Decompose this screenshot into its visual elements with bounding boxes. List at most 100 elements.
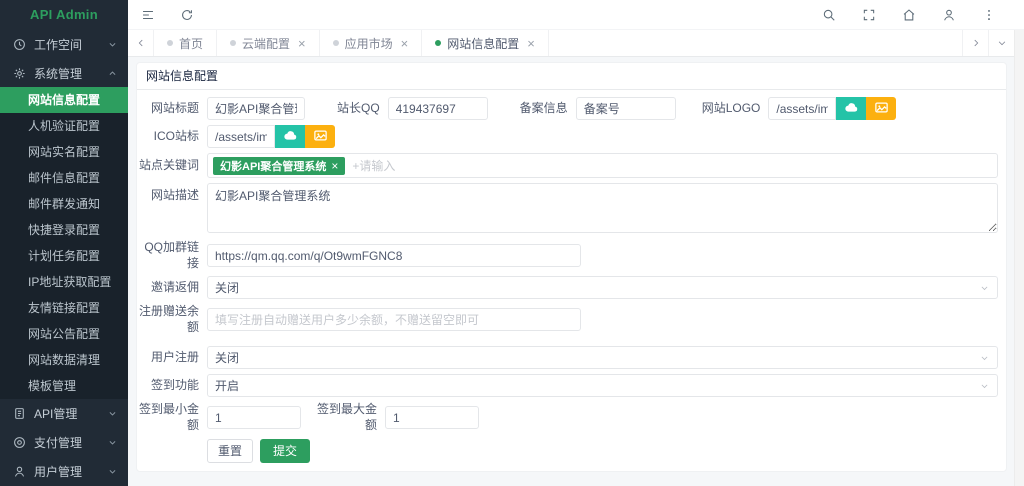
vertical-scrollbar[interactable]	[1014, 30, 1024, 486]
sidebar-submenu-item[interactable]: IP地址获取配置	[0, 269, 128, 295]
form-row: QQ加群链接	[137, 240, 998, 271]
keyword-tag-label: 幻影API聚合管理系统	[220, 158, 326, 174]
user-register-label: 用户注册	[137, 350, 199, 366]
keyword-tag: 幻影API聚合管理系统 ×	[213, 157, 345, 175]
chevron-down-icon	[108, 40, 117, 49]
sidebar-item-label: 用户管理	[34, 463, 82, 480]
api-icon	[13, 407, 26, 420]
site-logo-input[interactable]	[768, 97, 836, 120]
ico-preview-button[interactable]	[305, 125, 335, 148]
sidebar-submenu-label: 网站公告配置	[28, 327, 100, 341]
refresh-icon[interactable]	[180, 8, 194, 22]
workspace-icon	[13, 38, 26, 51]
sidebar-item-payment[interactable]: 支付管理	[0, 428, 128, 457]
keywords-input[interactable]: 幻影API聚合管理系统 × +请输入	[207, 153, 998, 178]
sidebar-submenu-item[interactable]: 计划任务配置	[0, 243, 128, 269]
page-content: 网站信息配置 网站标题 站长QQ 备案信息 网站LOGO	[128, 57, 1024, 486]
sidebar-submenu-label: 友情链接配置	[28, 301, 100, 315]
sidebar-submenu-label: 快捷登录配置	[28, 223, 100, 237]
submit-button[interactable]: 提交	[260, 439, 310, 463]
icp-info-label: 备案信息	[520, 101, 568, 117]
tab-close-icon[interactable]: ×	[527, 37, 535, 50]
register-bonus-input[interactable]	[207, 308, 581, 331]
user-register-select[interactable]: 关闭	[207, 346, 998, 369]
sidebar-submenu: 网站信息配置 人机验证配置 网站实名配置 邮件信息配置 邮件群发通知	[0, 87, 128, 399]
sidebar-submenu-label: 邮件群发通知	[28, 197, 100, 211]
tabs-scroll-left-icon[interactable]	[128, 30, 154, 56]
sidebar: API Admin 工作空间 系统管理 网站信息配置	[0, 0, 128, 486]
sidebar-item-label: 支付管理	[34, 434, 82, 451]
gear-icon	[13, 67, 26, 80]
sidebar-submenu-item[interactable]: 模板管理	[0, 373, 128, 399]
icp-info-input[interactable]	[576, 97, 676, 120]
tabs-scroll-right-icon[interactable]	[962, 30, 988, 56]
cloud-upload-icon	[283, 128, 298, 146]
user-register-value: 关闭	[215, 349, 239, 366]
home-icon[interactable]	[902, 8, 916, 22]
menu-collapse-icon[interactable]	[141, 8, 155, 22]
checkin-label: 签到功能	[137, 378, 199, 394]
sidebar-item-users[interactable]: 用户管理	[0, 457, 128, 486]
logo-upload-button[interactable]	[836, 97, 866, 120]
sidebar-submenu-item[interactable]: 人机验证配置	[0, 113, 128, 139]
app-logo: API Admin	[0, 0, 128, 30]
search-icon[interactable]	[822, 8, 836, 22]
sidebar-submenu-item[interactable]: 友情链接配置	[0, 295, 128, 321]
sidebar-submenu-item[interactable]: 网站信息配置	[0, 87, 128, 113]
checkin-max-label: 签到最大金额	[315, 402, 377, 433]
tab[interactable]: 应用市场 ×	[320, 30, 423, 56]
image-icon	[874, 100, 889, 118]
sidebar-item-system[interactable]: 系统管理	[0, 59, 128, 88]
qq-group-link-input[interactable]	[207, 244, 581, 267]
user-icon[interactable]	[942, 8, 956, 22]
sidebar-submenu-label: 网站实名配置	[28, 145, 100, 159]
form-row: 邀请返佣 关闭	[137, 276, 998, 299]
fullscreen-icon[interactable]	[862, 8, 876, 22]
topbar-right	[796, 8, 996, 22]
ico-upload-button[interactable]	[275, 125, 305, 148]
tab-close-icon[interactable]: ×	[298, 37, 306, 50]
sidebar-submenu-item[interactable]: 网站实名配置	[0, 139, 128, 165]
tab-close-icon[interactable]: ×	[401, 37, 409, 50]
description-label: 网站描述	[137, 188, 199, 204]
checkin-min-input[interactable]	[207, 406, 301, 429]
qq-group-link-label: QQ加群链接	[137, 240, 199, 271]
form-row: 站点关键词 幻影API聚合管理系统 × +请输入	[137, 153, 998, 178]
form-actions: 重置 提交	[207, 439, 998, 463]
image-icon	[313, 128, 328, 146]
cloud-upload-icon	[844, 100, 859, 118]
sidebar-submenu-item[interactable]: 网站公告配置	[0, 321, 128, 347]
form-row: 签到功能 开启	[137, 374, 998, 397]
page-title: 网站信息配置	[137, 63, 1006, 90]
site-title-label: 网站标题	[137, 101, 199, 117]
app-window: API Admin 工作空间 系统管理 网站信息配置	[0, 0, 1024, 486]
invite-rebate-select[interactable]: 关闭	[207, 276, 998, 299]
webmaster-qq-input[interactable]	[388, 97, 488, 120]
site-title-input[interactable]	[207, 97, 305, 120]
sidebar-submenu-item[interactable]: 邮件群发通知	[0, 191, 128, 217]
checkin-max-input[interactable]	[385, 406, 479, 429]
sidebar-submenu-item[interactable]: 邮件信息配置	[0, 165, 128, 191]
tabs-menu-icon[interactable]	[988, 30, 1014, 56]
invite-rebate-value: 关闭	[215, 279, 239, 296]
sidebar-submenu-item[interactable]: 快捷登录配置	[0, 217, 128, 243]
tab-status-dot	[230, 40, 236, 46]
tab-list: 首页 × 云端配置 × 应用市场 ×	[154, 30, 962, 56]
reset-button[interactable]: 重置	[207, 439, 253, 463]
sidebar-item-workspace[interactable]: 工作空间	[0, 30, 128, 59]
ico-icon-input[interactable]	[207, 125, 275, 148]
payment-icon	[13, 436, 26, 449]
tag-close-icon[interactable]: ×	[331, 159, 338, 173]
tab[interactable]: 网站信息配置 ×	[422, 30, 549, 56]
tab[interactable]: 首页 ×	[154, 30, 217, 56]
checkin-select[interactable]: 开启	[207, 374, 998, 397]
sidebar-item-api[interactable]: API管理	[0, 399, 128, 428]
tab[interactable]: 云端配置 ×	[217, 30, 320, 56]
description-textarea[interactable]: 幻影API聚合管理系统	[207, 183, 998, 233]
more-vertical-icon[interactable]	[982, 8, 996, 22]
chevron-up-icon	[108, 69, 117, 78]
sidebar-submenu-label: IP地址获取配置	[28, 275, 111, 289]
invite-rebate-label: 邀请返佣	[137, 280, 199, 296]
sidebar-submenu-item[interactable]: 网站数据清理	[0, 347, 128, 373]
logo-preview-button[interactable]	[866, 97, 896, 120]
